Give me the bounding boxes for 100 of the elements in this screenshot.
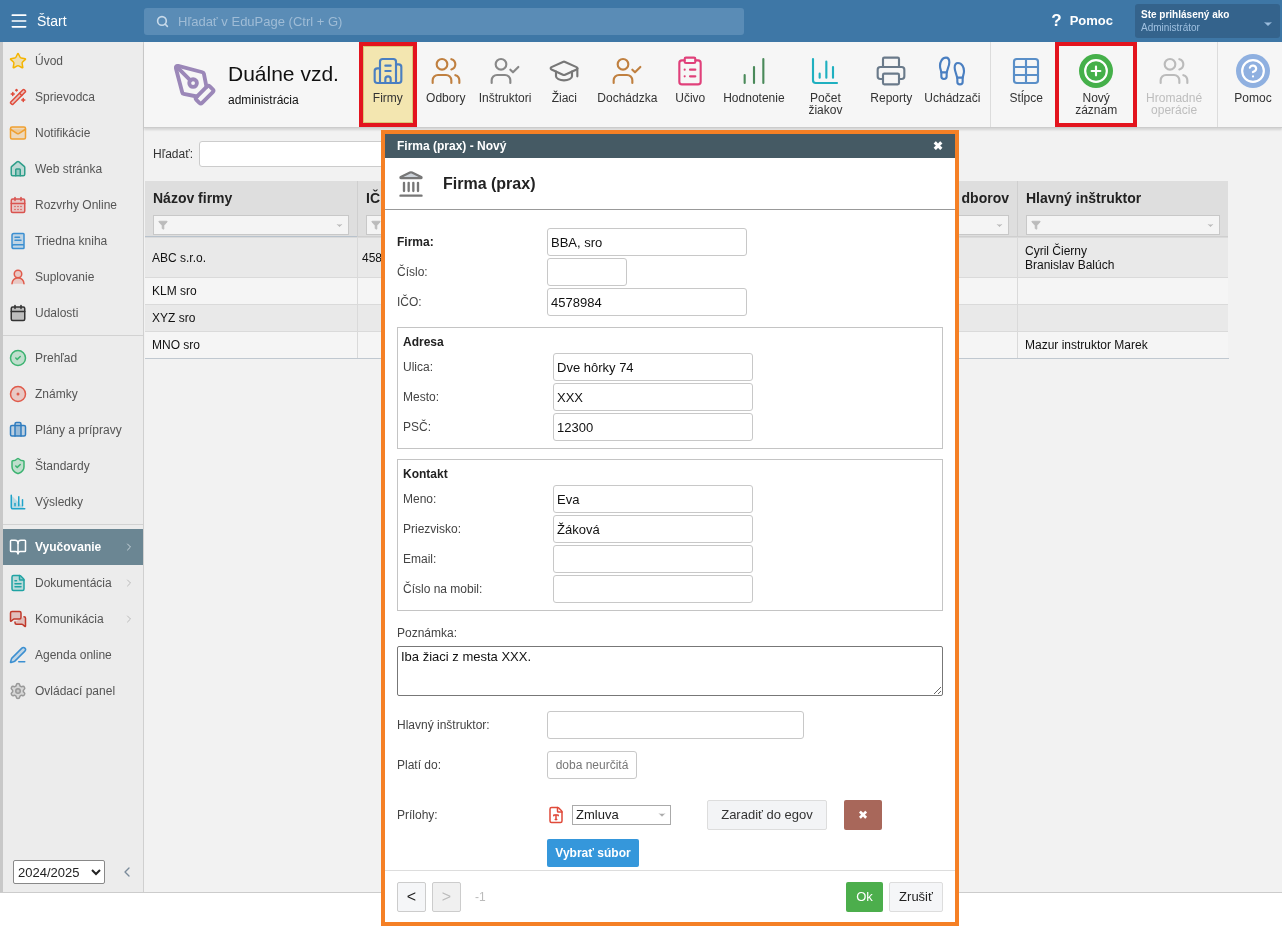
wand-icon [9,88,27,106]
sidebar-item[interactable]: Známky [3,376,143,412]
date-field[interactable]: doba neurčitá [547,751,637,779]
module-title: Duálne vzd. [228,60,339,87]
sidebar-item[interactable]: Komunikácia [3,601,143,637]
input-field[interactable]: BBA, sro [547,228,747,256]
field-label: Platí do: [397,757,443,774]
sidebar-item[interactable]: Dokumentácia [3,565,143,601]
sidebar-item[interactable]: Udalosti [3,295,143,331]
toolbar-button[interactable]: Hodnotenie [719,46,789,123]
toolbar-button[interactable]: Nový záznam [1055,42,1138,127]
dialog-title: Firma (prax) - Nový [397,138,507,155]
toolbar-button[interactable]: Uchádzači [920,46,985,123]
input-field[interactable]: Žáková [553,515,753,543]
people-icon [1158,55,1191,87]
column-filter[interactable] [1026,215,1220,235]
sidebar-item[interactable]: Štandardy [3,448,143,484]
input-field[interactable] [547,711,804,739]
search-label: Hľadať: [153,146,194,163]
toolbar-button[interactable]: Žiaci [535,46,594,123]
caret-icon [657,810,667,820]
star-icon [9,52,27,70]
toolbar-button[interactable]: Učivo [661,46,720,123]
help-link[interactable]: ? Pomoc [1051,8,1113,34]
column-header[interactable]: dborov [961,188,1009,209]
table-cell: ABC s.r.o. [145,237,357,277]
toolbar-button[interactable]: Inštruktori [474,46,536,123]
remove-button[interactable]: ✖ [844,800,882,830]
sidebar-item[interactable]: Web stránka [3,151,143,187]
sidebar-item[interactable]: Prehľad [3,340,143,376]
field-label: IČO: [397,293,423,311]
sidebar-item[interactable]: Úvod [3,43,143,79]
column-filter[interactable] [153,215,349,235]
sidebar-item[interactable]: Suplovanie [3,259,143,295]
section-title: Adresa [403,334,445,351]
egov-button[interactable]: Zaradiť do egov [707,800,827,830]
close-button[interactable]: ✖ [933,137,943,155]
field-label: Poznámka: [397,625,459,642]
toolbar-button[interactable]: Firmy [358,42,417,127]
table-cell: Cyril Čierny Branislav Balúch [1017,237,1228,277]
input-field[interactable]: 12300 [553,413,753,441]
calendar-icon [9,304,27,322]
open-book-icon [9,538,27,556]
sidebar-item[interactable]: Triedna kniha [3,223,143,259]
gear-icon [9,682,27,700]
field-label: Email: [403,551,438,568]
sidebar-item[interactable]: Plány a prípravy [3,412,143,448]
check-circle-icon [9,349,27,367]
input-field[interactable] [553,575,753,603]
input-field[interactable]: XXX [553,383,753,411]
pen-icon [9,646,27,664]
table-cell: Mazur instruktor Marek [1017,331,1228,358]
people-icon [429,55,462,87]
section-title: Kontakt [403,466,449,483]
sidebar-item[interactable]: Vyučovanie [3,529,143,565]
field-label: Číslo na mobil: [403,580,484,598]
book-icon [9,232,27,250]
dialog-heading: Firma (prax) [443,173,536,194]
input-field[interactable]: Dve hôrky 74 [553,353,753,381]
input-field[interactable] [553,545,753,573]
input-field[interactable] [547,258,627,286]
document-icon [9,574,27,592]
sidebar-item[interactable]: Rozvrhy Online [3,187,143,223]
toolbar-button[interactable]: Odbory [416,46,475,123]
input-field[interactable]: 4578984 [547,288,747,316]
sidebar-item[interactable]: Výsledky [3,484,143,520]
toolbar-button[interactable]: Reporty [862,46,921,123]
year-select[interactable]: 2024/2025 [13,860,105,884]
person-icon [9,268,27,286]
field-label: Mesto: [403,389,440,406]
field-label: Hlavný inštruktor: [397,717,491,734]
menu-icon[interactable] [9,11,29,31]
type-select[interactable]: Zmluva [572,805,671,825]
field-label: PSČ: [403,418,432,436]
sidebar-item[interactable]: Notifikácie [3,115,143,151]
module-subtitle: administrácia [228,91,300,109]
previous-button[interactable]: < [397,881,426,912]
envelope-icon [9,124,27,142]
toolbar-button[interactable]: Dochádzka [593,46,662,123]
sidebar-item[interactable]: Sprievodca [3,79,143,115]
user-menu[interactable]: Ste prihlásený ako Administrátor [1135,4,1280,38]
house-icon [9,160,27,178]
field-label: Prílohy: [397,807,439,824]
input-field[interactable]: Eva [553,485,753,513]
sidebar-item[interactable]: Agenda online [3,637,143,673]
toolbar-button[interactable]: Pomoc [1224,46,1282,123]
sidebar-item[interactable]: Ovládací panel [3,673,143,709]
chat-icon [9,610,27,628]
printer-icon [875,55,908,87]
shield-icon [9,457,27,475]
search-icon [156,14,169,28]
home-title[interactable]: Štart [37,10,67,32]
building-icon [397,169,425,198]
toolbar-button[interactable]: Počet žiakov [788,46,863,123]
search-field[interactable]: Hľadať v EduPage (Ctrl + G) [144,7,744,35]
note-field[interactable]: Iba žiaci z mesta XXX. [397,646,943,696]
cancel-button[interactable]: Zrušiť [889,881,943,912]
table-cell: XYZ sro [145,304,357,331]
toolbar-button[interactable]: Stĺpce [997,46,1056,123]
filter-icon [371,220,381,230]
